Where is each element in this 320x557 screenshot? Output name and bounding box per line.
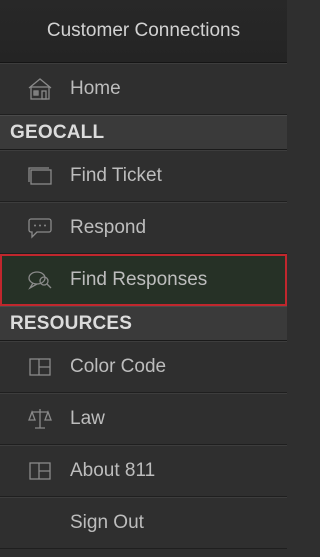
section-title: GEOCALL [10,121,105,143]
menu-item-label: Law [70,408,105,429]
side-menu: Customer Connections Home GEOCALL Find T… [0,0,287,557]
menu-item-color-code[interactable]: Color Code [0,341,287,393]
menu-item-sign-out[interactable]: Sign Out [0,497,287,549]
menu-item-law[interactable]: Law [0,393,287,445]
menu-item-label: Sign Out [70,512,144,533]
menu-item-about-811[interactable]: About 811 [0,445,287,497]
panel-icon [26,457,54,485]
scales-icon [26,405,54,433]
menu-item-find-ticket[interactable]: Find Ticket [0,150,287,202]
menu-item-label: Find Responses [70,269,208,290]
menu-item-label: Find Ticket [70,165,162,186]
menu-item-home[interactable]: Home [0,63,287,115]
panel-icon [26,353,54,381]
menu-item-label: Home [70,78,121,99]
menu-item-respond[interactable]: Respond [0,202,287,254]
speech-bubble-icon [26,214,54,242]
search-bubble-icon [26,266,54,294]
menu-item-label: Respond [70,217,147,238]
app-title: Customer Connections [46,20,241,41]
house-icon [26,75,54,103]
menu-header: Customer Connections [0,0,287,63]
menu-item-label: Color Code [70,356,167,377]
section-title: RESOURCES [10,312,133,334]
ticket-icon [26,162,54,190]
section-header-resources: RESOURCES [0,306,287,341]
menu-item-find-responses[interactable]: Find Responses [0,254,287,306]
menu-item-label: About 811 [70,460,156,481]
section-header-geocall: GEOCALL [0,115,287,150]
